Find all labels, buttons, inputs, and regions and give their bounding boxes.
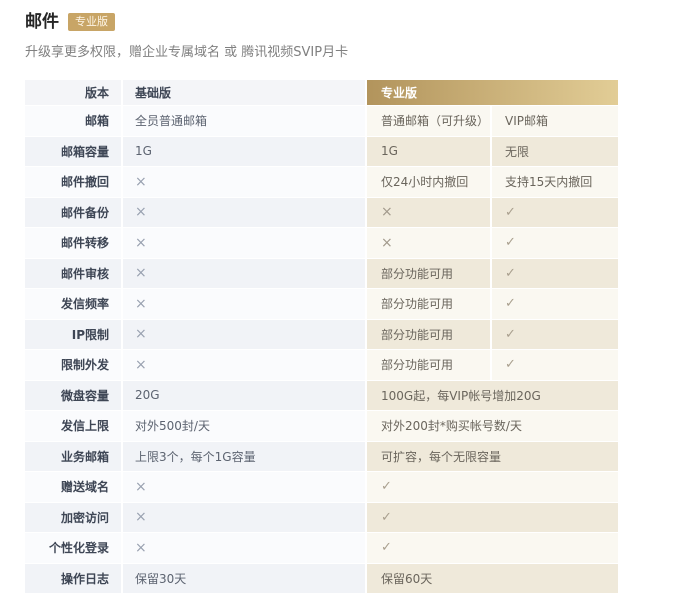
pro-standard-mailbox-value: 部分功能可用 bbox=[367, 259, 490, 289]
pro-standard-mailbox-value: 仅24小时内撤回 bbox=[367, 167, 490, 197]
feature-label: 邮件备份 bbox=[25, 198, 121, 228]
table-row: 赠送域名×✓ bbox=[25, 472, 618, 502]
table-row: 限制外发×部分功能可用✓ bbox=[25, 350, 618, 380]
table-row: 邮件撤回×仅24小时内撤回支持15天内撤回 bbox=[25, 167, 618, 197]
feature-label: 操作日志 bbox=[25, 564, 121, 594]
feature-label: 发信频率 bbox=[25, 289, 121, 319]
table-row: 个性化登录×✓ bbox=[25, 533, 618, 563]
page-title: 邮件 bbox=[25, 12, 59, 32]
feature-label: 微盘容量 bbox=[25, 381, 121, 411]
table-row: 邮件备份××✓ bbox=[25, 198, 618, 228]
feature-label: IP限制 bbox=[25, 320, 121, 350]
pro-standard-mailbox-value: 普通邮箱（可升级） bbox=[367, 106, 490, 136]
header-pro-edition: 专业版 bbox=[367, 80, 618, 105]
pro-vip-mailbox-value: ✓ bbox=[492, 320, 618, 350]
basic-edition-value: × bbox=[123, 167, 365, 197]
feature-label: 邮件审核 bbox=[25, 259, 121, 289]
basic-edition-value: 对外500封/天 bbox=[123, 411, 365, 441]
pro-standard-mailbox-value: 部分功能可用 bbox=[367, 320, 490, 350]
pro-vip-mailbox-value: 支持15天内撤回 bbox=[492, 167, 618, 197]
pro-vip-mailbox-value: ✓ bbox=[492, 259, 618, 289]
feature-label: 邮件撤回 bbox=[25, 167, 121, 197]
pro-edition-value: 保留60天 bbox=[367, 564, 618, 594]
pro-standard-mailbox-value: 部分功能可用 bbox=[367, 350, 490, 380]
basic-edition-value: 1G bbox=[123, 137, 365, 167]
table-row: IP限制×部分功能可用✓ bbox=[25, 320, 618, 350]
table-body: 邮箱全员普通邮箱普通邮箱（可升级）VIP邮箱邮箱容量1G1G无限邮件撤回×仅24… bbox=[25, 106, 618, 593]
feature-label: 业务邮箱 bbox=[25, 442, 121, 472]
basic-edition-value: × bbox=[123, 472, 365, 502]
basic-edition-value: × bbox=[123, 350, 365, 380]
table-row: 加密访问×✓ bbox=[25, 503, 618, 533]
pro-standard-mailbox-value: 1G bbox=[367, 137, 490, 167]
title-row: 邮件 专业版 bbox=[25, 12, 678, 32]
basic-edition-value: × bbox=[123, 289, 365, 319]
basic-edition-value: × bbox=[123, 533, 365, 563]
table-row: 邮件转移××✓ bbox=[25, 228, 618, 258]
pro-edition-value: ✓ bbox=[367, 503, 618, 533]
pro-vip-mailbox-value: ✓ bbox=[492, 198, 618, 228]
table-row: 邮件审核×部分功能可用✓ bbox=[25, 259, 618, 289]
pro-edition-value: 对外200封*购买帐号数/天 bbox=[367, 411, 618, 441]
table-row: 发信上限对外500封/天对外200封*购买帐号数/天 bbox=[25, 411, 618, 441]
pro-standard-mailbox-value: 部分功能可用 bbox=[367, 289, 490, 319]
basic-edition-value: 保留30天 bbox=[123, 564, 365, 594]
pro-vip-mailbox-value: ✓ bbox=[492, 228, 618, 258]
table-row: 业务邮箱上限3个，每个1G容量可扩容，每个无限容量 bbox=[25, 442, 618, 472]
pro-vip-mailbox-value: ✓ bbox=[492, 350, 618, 380]
table-row: 邮箱全员普通邮箱普通邮箱（可升级）VIP邮箱 bbox=[25, 106, 618, 136]
page-subtitle: 升级享更多权限，赠企业专属域名 或 腾讯视频SVIP月卡 bbox=[25, 41, 678, 60]
pro-edition-value: ✓ bbox=[367, 533, 618, 563]
table-row: 发信频率×部分功能可用✓ bbox=[25, 289, 618, 319]
mail-feature-comparison-page: 邮件 专业版 升级享更多权限，赠企业专属域名 或 腾讯视频SVIP月卡 版本 基… bbox=[0, 0, 678, 603]
basic-edition-value: × bbox=[123, 228, 365, 258]
pro-edition-badge: 专业版 bbox=[68, 13, 115, 31]
pro-vip-mailbox-value: 无限 bbox=[492, 137, 618, 167]
table-row: 邮箱容量1G1G无限 bbox=[25, 137, 618, 167]
header-basic-edition: 基础版 bbox=[123, 80, 365, 105]
table-row: 微盘容量20G100G起，每VIP帐号增加20G bbox=[25, 381, 618, 411]
pro-vip-mailbox-value: VIP邮箱 bbox=[492, 106, 618, 136]
basic-edition-value: 全员普通邮箱 bbox=[123, 106, 365, 136]
pro-vip-mailbox-value: ✓ bbox=[492, 289, 618, 319]
pro-standard-mailbox-value: × bbox=[367, 228, 490, 258]
feature-label: 邮箱容量 bbox=[25, 137, 121, 167]
basic-edition-value: × bbox=[123, 320, 365, 350]
basic-edition-value: 上限3个，每个1G容量 bbox=[123, 442, 365, 472]
basic-edition-value: × bbox=[123, 259, 365, 289]
basic-edition-value: × bbox=[123, 503, 365, 533]
feature-label: 赠送域名 bbox=[25, 472, 121, 502]
feature-label: 加密访问 bbox=[25, 503, 121, 533]
page-header: 邮件 专业版 升级享更多权限，赠企业专属域名 或 腾讯视频SVIP月卡 bbox=[25, 12, 678, 60]
feature-comparison-table: 版本 基础版 专业版 邮箱全员普通邮箱普通邮箱（可升级）VIP邮箱邮箱容量1G1… bbox=[25, 80, 618, 593]
feature-label: 个性化登录 bbox=[25, 533, 121, 563]
table-header-row: 版本 基础版 专业版 bbox=[25, 80, 618, 105]
basic-edition-value: 20G bbox=[123, 381, 365, 411]
feature-label: 邮件转移 bbox=[25, 228, 121, 258]
pro-edition-value: ✓ bbox=[367, 472, 618, 502]
header-feature-column: 版本 bbox=[25, 80, 121, 105]
basic-edition-value: × bbox=[123, 198, 365, 228]
pro-edition-value: 100G起，每VIP帐号增加20G bbox=[367, 381, 618, 411]
feature-label: 邮箱 bbox=[25, 106, 121, 136]
pro-edition-value: 可扩容，每个无限容量 bbox=[367, 442, 618, 472]
feature-label: 发信上限 bbox=[25, 411, 121, 441]
table-row: 操作日志保留30天保留60天 bbox=[25, 564, 618, 594]
pro-standard-mailbox-value: × bbox=[367, 198, 490, 228]
feature-label: 限制外发 bbox=[25, 350, 121, 380]
